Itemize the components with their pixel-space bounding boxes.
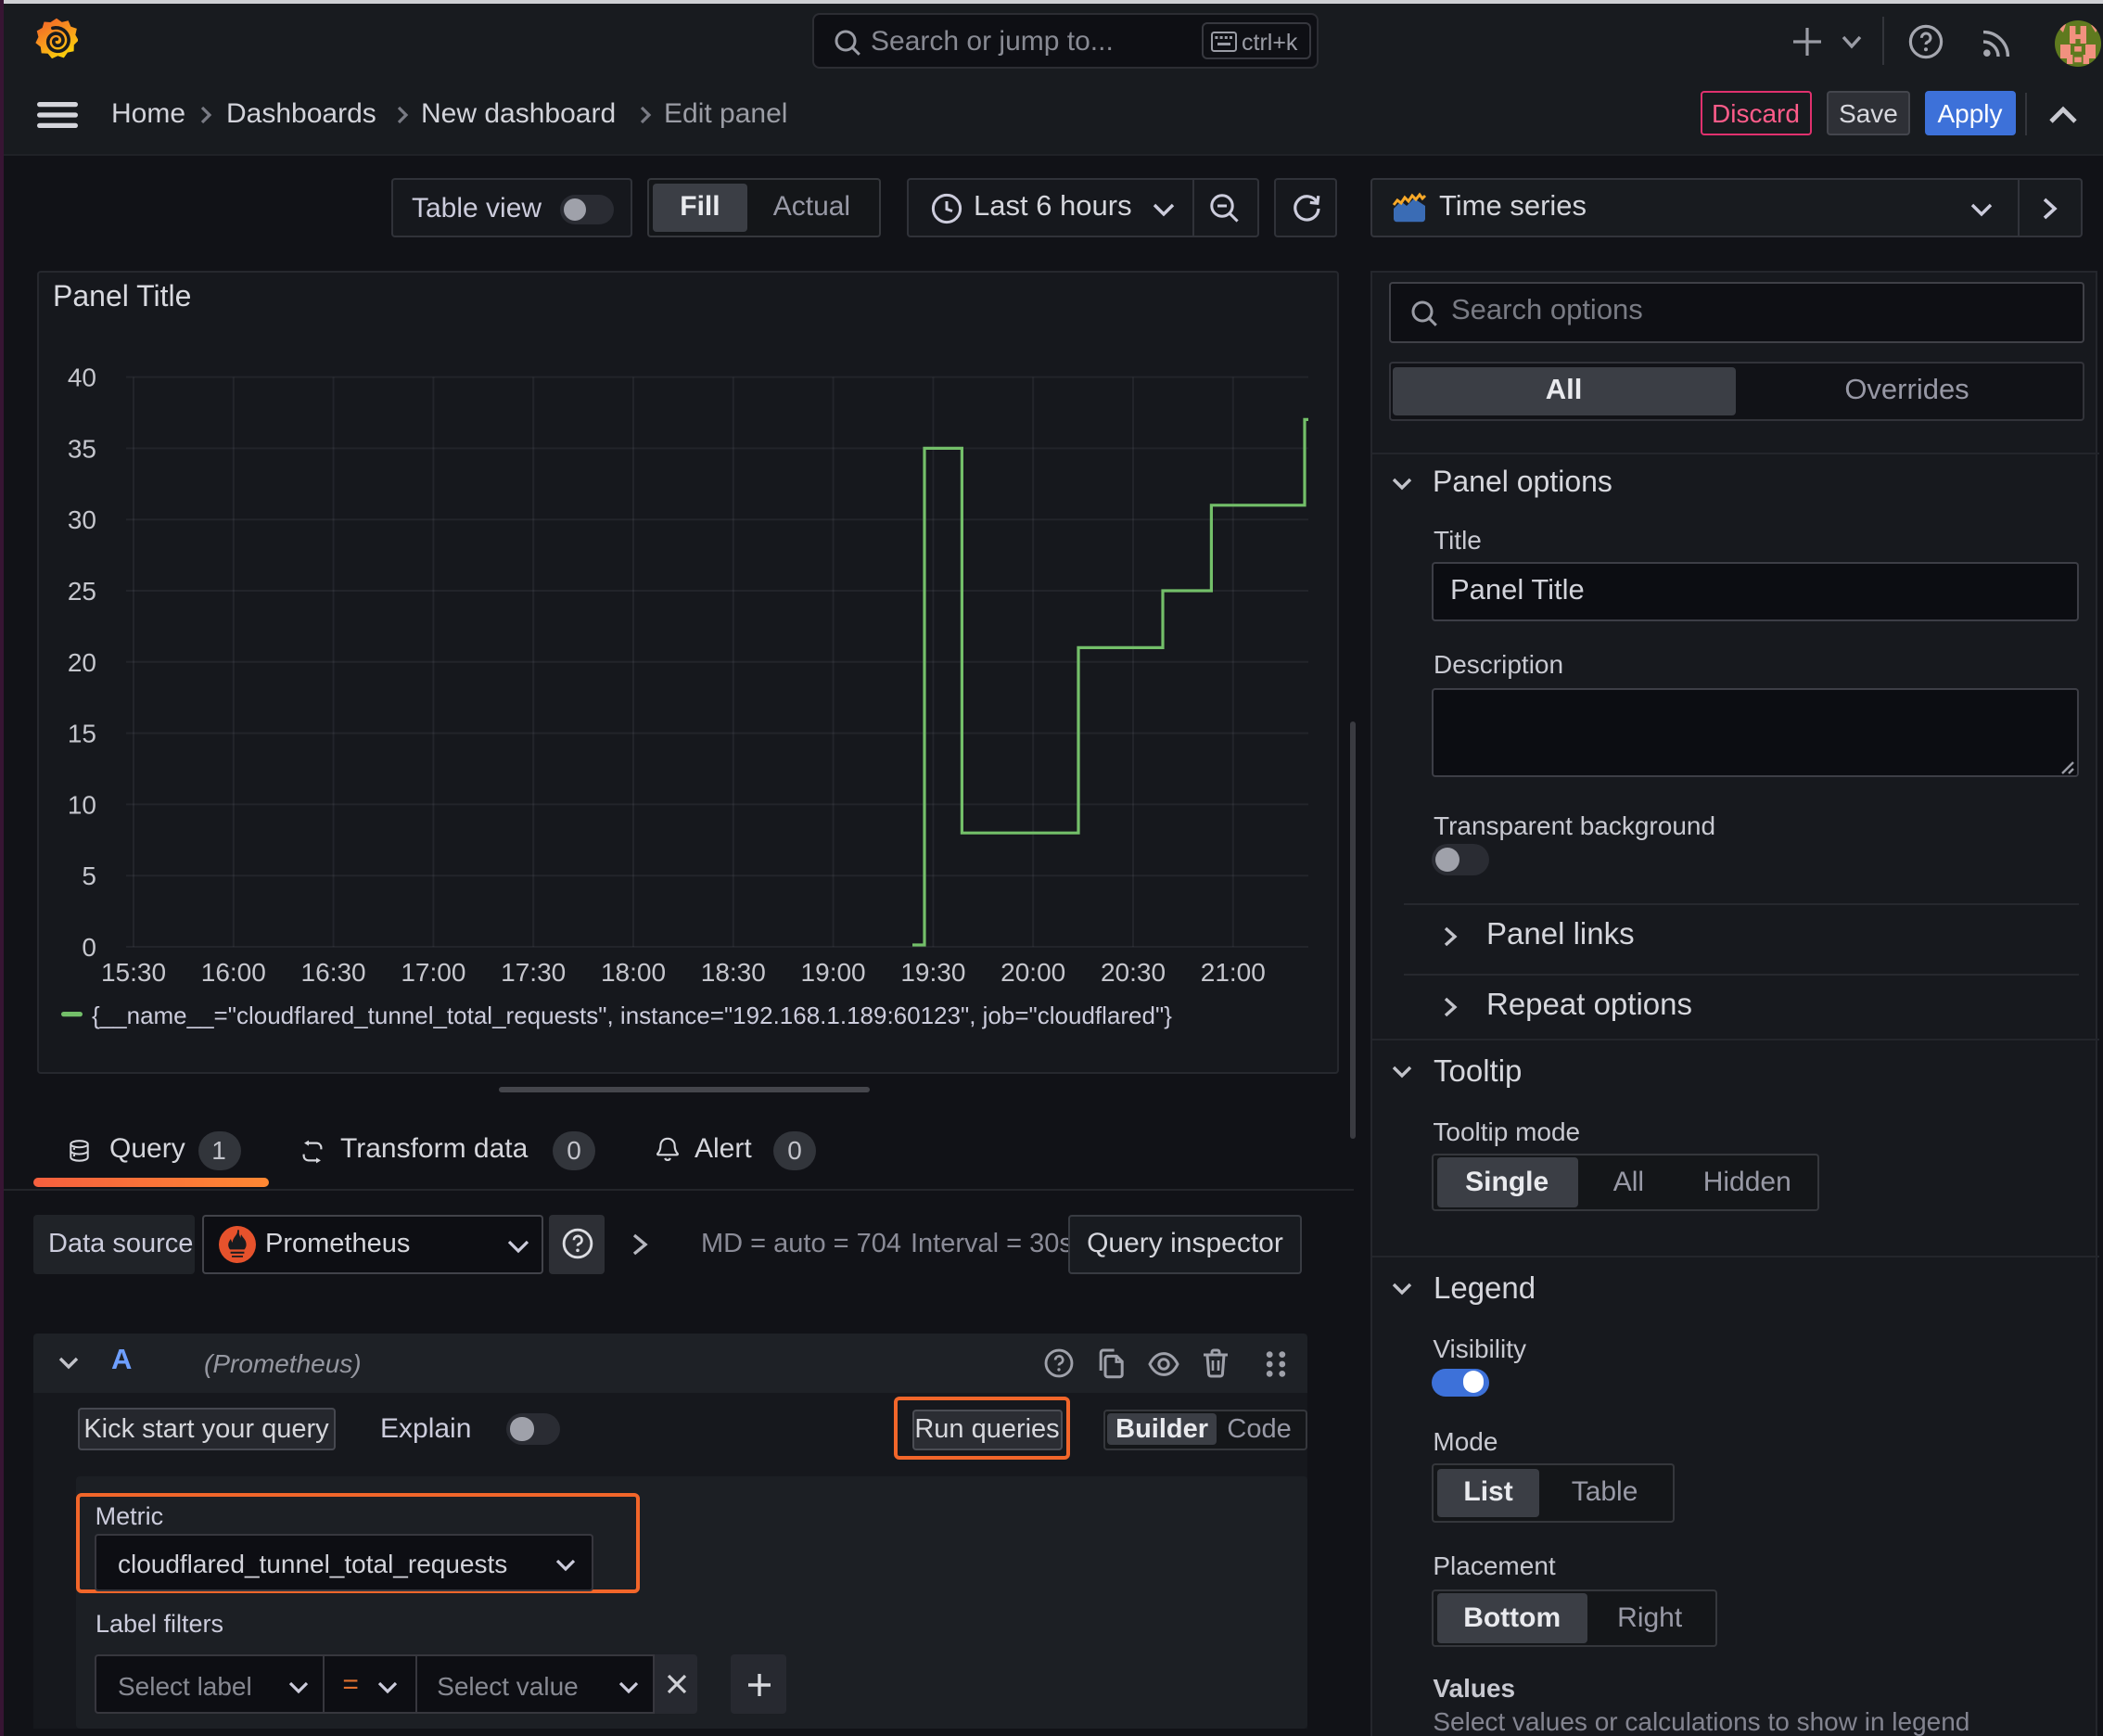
svg-text:10: 10: [67, 789, 96, 818]
svg-text:30: 30: [67, 504, 96, 533]
svg-text:19:00: 19:00: [800, 957, 865, 986]
svg-text:17:30: 17:30: [500, 957, 565, 986]
svg-text:40: 40: [67, 363, 96, 391]
svg-text:15: 15: [67, 719, 96, 747]
svg-text:{__name__="cloudflared_tunnel_: {__name__="cloudflared_tunnel_total_requ…: [91, 1001, 1171, 1028]
svg-text:18:00: 18:00: [600, 957, 665, 986]
svg-text:20: 20: [67, 647, 96, 676]
svg-text:21:00: 21:00: [1200, 957, 1265, 986]
svg-text:25: 25: [67, 576, 96, 605]
svg-text:5: 5: [81, 861, 96, 889]
svg-text:19:30: 19:30: [899, 957, 964, 986]
svg-text:16:30: 16:30: [300, 957, 365, 986]
svg-text:35: 35: [67, 433, 96, 462]
svg-text:18:30: 18:30: [700, 957, 765, 986]
svg-text:16:00: 16:00: [200, 957, 265, 986]
svg-text:0: 0: [81, 932, 96, 961]
svg-text:20:30: 20:30: [1100, 957, 1165, 986]
svg-text:17:00: 17:00: [400, 957, 465, 986]
svg-text:15:30: 15:30: [100, 957, 165, 986]
svg-text:20:00: 20:00: [1000, 957, 1064, 986]
